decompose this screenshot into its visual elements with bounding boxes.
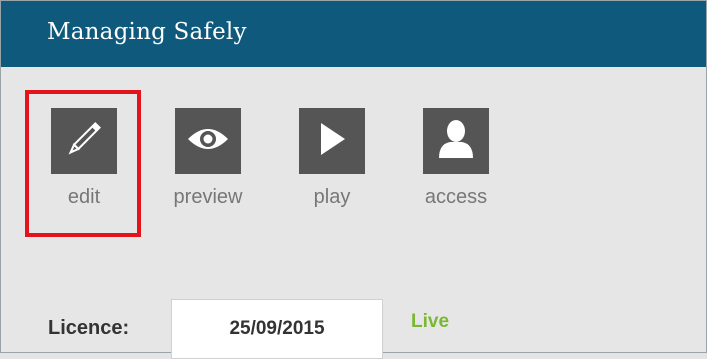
access-tile[interactable] — [423, 108, 489, 174]
play-button[interactable]: play — [290, 108, 374, 209]
course-title: Managing Safely — [47, 19, 247, 45]
preview-tile[interactable] — [175, 108, 241, 174]
course-panel: Managing Safely edit preview play access… — [0, 0, 707, 359]
licence-date-field[interactable]: 25/09/2015 — [171, 299, 383, 359]
access-button[interactable]: access — [414, 108, 498, 209]
preview-button[interactable]: preview — [166, 108, 250, 209]
user-icon — [436, 118, 476, 164]
eye-icon — [186, 124, 230, 158]
licence-label: Licence: — [48, 317, 130, 339]
licence-status-badge: Live — [411, 311, 450, 332]
access-label: access — [424, 186, 488, 208]
course-header: Managing Safely — [1, 1, 706, 67]
edit-highlight-box — [25, 90, 141, 237]
preview-label: preview — [173, 186, 243, 208]
play-label: play — [313, 186, 351, 208]
play-tile[interactable] — [299, 108, 365, 174]
play-icon — [317, 121, 347, 161]
